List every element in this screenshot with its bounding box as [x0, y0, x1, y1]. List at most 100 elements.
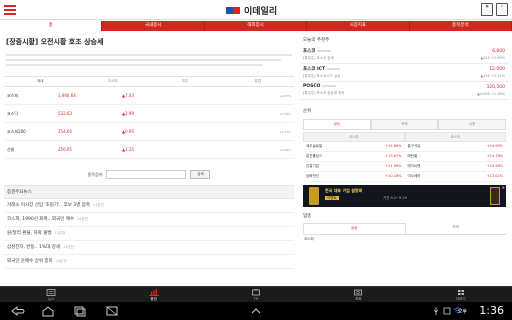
rank-row[interactable]: 이노테라 +13.01% [404, 172, 506, 182]
left-column: [장중시황] 오전시황 호조 상승세 국내 아시아 미주 유럽 코스피 1,99… [4, 34, 294, 286]
index-row[interactable]: 코스피 1,990.64 ▲7.43 +0.37% [4, 87, 294, 105]
dock-label: 더보기 [455, 297, 466, 301]
rank-pct: +14.56% [486, 164, 503, 168]
app-logo[interactable]: 이데일리 [226, 4, 277, 17]
index-row[interactable]: 코스닥 532.63 ▲2.99 +0.56% [4, 105, 294, 123]
rank-tabs: 상승 하락 시총 [303, 119, 507, 130]
reco-change: ▲4,000 +1.26% [477, 92, 505, 96]
rank-stock: 세우글로벌 [306, 144, 323, 148]
index-pct: +0.56% [278, 111, 291, 116]
market-tabs: 국내 아시아 미주 유럽 [4, 76, 294, 87]
rank-pct: +10.16% [385, 174, 402, 178]
screenshot-icon[interactable] [104, 305, 120, 317]
rank-row[interactable]: 삼화전선 +10.16% [303, 172, 405, 182]
dock-more[interactable]: 더보기 [410, 287, 512, 302]
dock-news[interactable]: 뉴스 [0, 287, 102, 302]
news-title: 거래소 이사장 선임 '초읽기'.. 후보 3명 압축 [7, 203, 91, 208]
rank-pct: +14.78% [486, 154, 503, 158]
recent-apps-icon[interactable] [72, 305, 88, 317]
rank-tab-marketcap[interactable]: 시총 [438, 119, 507, 129]
market-tab-domestic[interactable]: 국내 [4, 77, 77, 86]
rank-stock: 삼화전선 [306, 174, 319, 178]
dock-stocks[interactable]: 증권 [102, 287, 204, 302]
news-time: 14분전 [62, 245, 74, 249]
sector-tab-fall[interactable]: 하락 [406, 223, 507, 234]
rank-row[interactable]: 에탄올 +14.78% [404, 152, 506, 162]
rank-pct: +13.01% [486, 174, 503, 178]
reco-section-title: 오늘의 추천주 [303, 38, 330, 43]
reco-desc: [특징주] 포스코 ICT 상승 [303, 74, 341, 78]
dock-tv[interactable]: TV [205, 287, 307, 302]
index-value: 1,990.64 [58, 93, 76, 98]
index-pct: +0.49% [278, 147, 291, 152]
home-icon[interactable] [40, 305, 56, 317]
rank-row[interactable]: 세우글로벌 +14.89% [303, 142, 405, 152]
news-item[interactable]: 거래소 이사장 선임 '초읽기'.. 후보 3명 압축 14분전 [4, 199, 294, 213]
reco-code: (005490) [322, 84, 336, 88]
market-tab-asia[interactable]: 아시아 [77, 77, 150, 86]
reco-name: 포스코 [303, 49, 316, 54]
dock-label: 증권 [150, 297, 157, 301]
news-item[interactable]: 삼성전자, 반등.. 1%대 강세 14분전 [4, 241, 294, 255]
rank-market-header: 코스피 코스닥 [303, 132, 506, 142]
more-icon [457, 290, 464, 295]
reco-name: POSCO [303, 84, 321, 89]
rank-tab-rise[interactable]: 상승 [303, 119, 371, 129]
rank-market-kosdaq: 코스닥 [404, 132, 506, 142]
index-change: ▲1.25 [122, 147, 134, 152]
tv-icon [252, 289, 260, 296]
index-row[interactable]: 코스피200 254.65 ▲0.95 +0.37% [4, 123, 294, 141]
news-title: 삼성전자, 반등.. 1%대 강세 [7, 245, 60, 250]
ad-banner[interactable]: 한국 대표 기업 설명회 이벤트 기간 9.2~9.29 × [303, 185, 506, 207]
dock-label: TV [253, 297, 259, 301]
news-item[interactable]: 외국인 순매수 상위 종목 14분전 [4, 255, 294, 269]
share-icon[interactable]: ⇪ [496, 3, 508, 16]
ad-close-icon[interactable]: × [502, 185, 505, 190]
index-change: ▲2.99 [122, 111, 134, 116]
dock-photo[interactable]: 포토 [307, 287, 409, 302]
index-change: ▲0.95 [122, 129, 134, 134]
rank-stock: 에이씨엔 [407, 164, 421, 168]
news-section-title: 증권주요뉴스 [4, 185, 294, 199]
tab-home[interactable]: 홈 [0, 21, 103, 31]
rank-tab-fall[interactable]: 하락 [370, 119, 439, 129]
market-tab-europe[interactable]: 유럽 [222, 77, 295, 86]
index-row[interactable]: 선물 256.05 ▲1.25 +0.49% [4, 141, 294, 159]
clock-ampm: 오후 [457, 309, 467, 315]
tab-domestic[interactable]: 국내증시 [102, 21, 205, 31]
calendar-icon[interactable]: ▦ [481, 3, 493, 16]
stock-search-input[interactable] [106, 170, 187, 179]
headline-summary [4, 51, 294, 73]
rank-row[interactable]: 홍구석유 +14.99% [404, 142, 506, 152]
rank-row[interactable]: 에이씨엔 +14.56% [404, 162, 506, 172]
sector-row[interactable]: 코스피 [300, 235, 509, 243]
reco-item[interactable]: 포스코 ICT (022100) [특징주] 포스코 ICT 상승 12,000… [300, 64, 509, 82]
expand-up-icon[interactable] [248, 305, 264, 317]
reco-desc: [특징주] 포스코 상승세 지속 [303, 91, 345, 95]
reco-item[interactable]: 포스코 (005490) [특징주] 포스코 강세 6,600 ▲120 +1.8… [300, 46, 509, 64]
sector-tab-rise[interactable]: 상승 [303, 223, 406, 234]
rank-section-title: 순위 [303, 109, 312, 114]
menu-icon[interactable] [4, 4, 16, 16]
rank-grid: 세우글로벌 +14.89% 일진홀딩스 +13.67% 진흥기업 +11.99% 삼화… [303, 142, 506, 182]
rank-row[interactable]: 진흥기업 +11.99% [303, 162, 405, 172]
tab-overseas[interactable]: 해외증시 [205, 21, 308, 31]
rank-pct: +11.99% [385, 164, 402, 168]
tab-indicators[interactable]: 시장지표 [307, 21, 410, 31]
stock-search-button[interactable]: 검색 [190, 170, 211, 179]
section-tabbar: 홈 국내증시 해외증시 시장지표 종목분석 [0, 21, 512, 31]
rank-row[interactable]: 일진홀딩스 +13.67% [303, 152, 405, 162]
tab-analysis[interactable]: 종목분석 [410, 21, 512, 31]
stock-search-label: 종목검색 [87, 171, 103, 177]
back-icon[interactable] [10, 305, 26, 317]
news-title: 원/달러 환율, 하락 출발 [7, 231, 52, 236]
news-time: 14분전 [93, 203, 104, 207]
reco-item[interactable]: POSCO (005490) [특징주] 포스코 상승세 지속 320,500 ▲… [300, 82, 509, 100]
rank-pct: +14.89% [385, 144, 402, 148]
news-item[interactable]: 코스피, 1990선 회복.. 외국인 매수 14분전 [4, 213, 294, 227]
news-item[interactable]: 원/달러 환율, 하락 출발 14분전 [4, 227, 294, 241]
market-headline[interactable]: [장중시황] 오전시황 호조 상승세 [4, 34, 294, 51]
rank-pct: +14.99% [486, 144, 503, 148]
market-tab-americas[interactable]: 미주 [149, 77, 222, 86]
app-header: 이데일리 ▦ ⇪ [0, 0, 512, 20]
